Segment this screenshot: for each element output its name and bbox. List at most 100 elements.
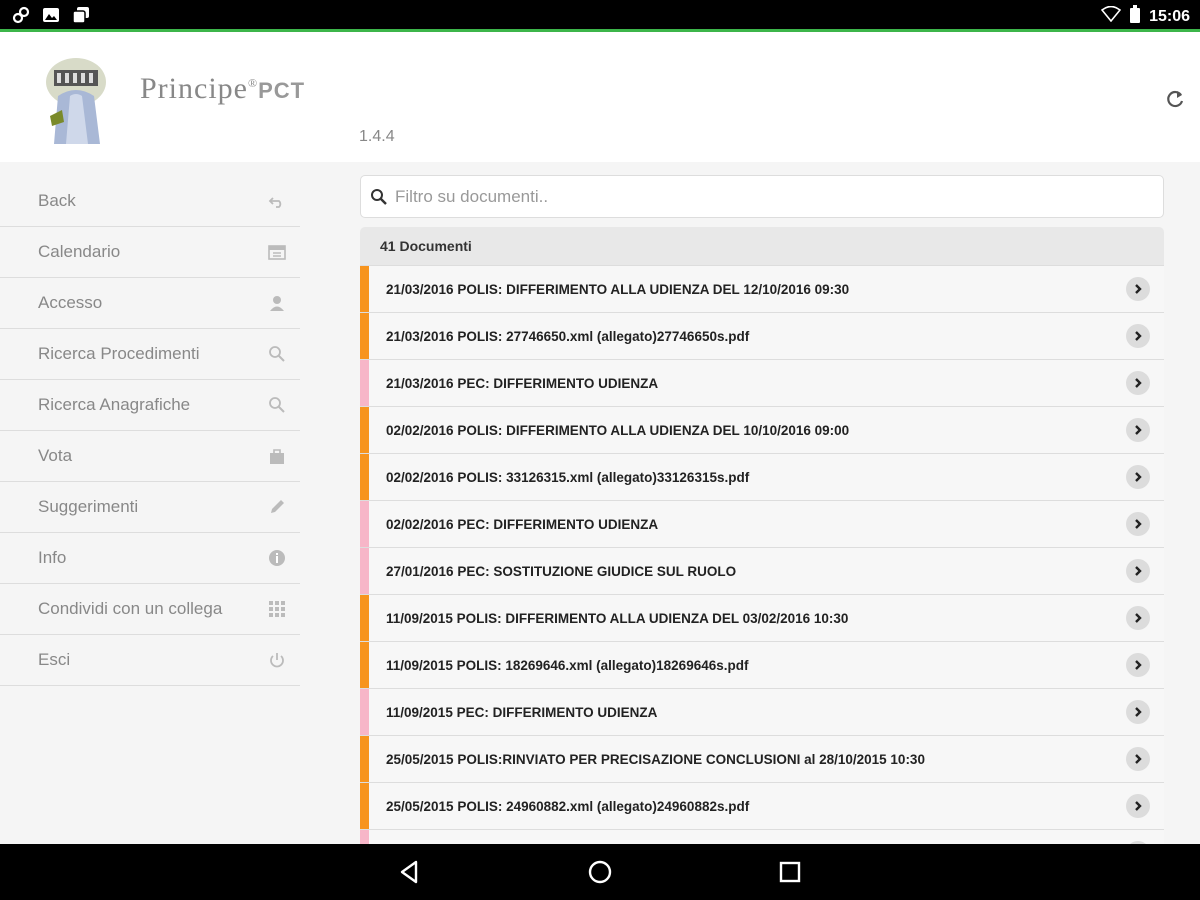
document-title: 21/03/2016 PEC: DIFFERIMENTO UDIENZA [386,375,659,391]
document-type-marker [360,313,369,359]
document-title: 02/02/2016 POLIS: 33126315.xml (allegato… [386,469,750,485]
chevron-right-icon[interactable] [1126,512,1150,536]
document-title: 21/03/2016 POLIS: 27746650.xml (allegato… [386,328,750,344]
link-icon [12,6,30,24]
back-arrow-icon [268,192,286,210]
document-title: 21/03/2016 POLIS: DIFFERIMENTO ALLA UDIE… [386,281,850,297]
status-bar: 15:06 [0,0,1200,32]
document-row[interactable]: 02/02/2016 POLIS: 33126315.xml (allegato… [360,454,1164,501]
sidebar-item-label: Vota [38,446,73,465]
battery-icon [1129,5,1141,28]
sidebar-item-label: Calendario [38,242,121,261]
registered-mark: ® [247,76,259,90]
chevron-right-icon[interactable] [1126,277,1150,301]
document-type-marker [360,548,369,594]
document-row[interactable]: 11/09/2015 POLIS: DIFFERIMENTO ALLA UDIE… [360,595,1164,642]
document-list: 41 Documenti 21/03/2016 POLIS: DIFFERIME… [360,227,1164,844]
document-title: 02/02/2016 POLIS: DIFFERIMENTO ALLA UDIE… [386,422,850,438]
app-logo-icon [40,56,112,144]
sidebar-item-vota[interactable]: Vota [0,431,300,482]
sidebar-item-ricerca-procedimenti[interactable]: Ricerca Procedimenti [0,329,300,380]
document-row[interactable]: 21/03/2016 POLIS: 27746650.xml (allegato… [360,313,1164,360]
notification-icons [12,6,90,24]
sidebar-menu: Back Calendario Accesso Ricerca Procedim… [0,176,300,686]
sidebar-item-suggerimenti[interactable]: Suggerimenti [0,482,300,533]
search-icon [268,396,286,414]
chevron-right-icon[interactable] [1126,559,1150,583]
document-type-marker [360,407,369,453]
document-row[interactable] [360,830,1164,844]
stack-icon [72,6,90,24]
app-version: 1.4.4 [359,128,395,145]
document-count: 41 Documenti [360,227,1164,266]
brand-name: Principe [140,72,248,105]
sidebar-item-label: Ricerca Procedimenti [38,344,200,363]
refresh-icon[interactable] [1164,88,1186,110]
chevron-right-icon[interactable] [1126,418,1150,442]
document-title: 25/05/2015 POLIS: 24960882.xml (allegato… [386,798,750,814]
document-row[interactable]: 27/01/2016 PEC: SOSTITUZIONE GIUDICE SUL… [360,548,1164,595]
clock-time: 15:06 [1149,7,1190,25]
document-type-marker [360,642,369,688]
grid-icon [268,600,286,618]
chevron-right-icon[interactable] [1126,747,1150,771]
document-title: 27/01/2016 PEC: SOSTITUZIONE GIUDICE SUL… [386,563,737,579]
document-type-marker [360,736,369,782]
sidebar-item-condividi[interactable]: Condividi con un collega [0,584,300,635]
brand-logo: Principe®PCT [140,72,305,106]
sidebar-item-label: Back [38,191,76,210]
search-icon [268,345,286,363]
chevron-right-icon[interactable] [1126,700,1150,724]
document-title: 11/09/2015 PEC: DIFFERIMENTO UDIENZA [386,704,658,720]
sidebar-item-label: Accesso [38,293,103,312]
search-input[interactable] [395,184,1145,210]
sidebar-item-accesso[interactable]: Accesso [0,278,300,329]
document-row[interactable]: 02/02/2016 POLIS: DIFFERIMENTO ALLA UDIE… [360,407,1164,454]
chevron-right-icon[interactable] [1126,371,1150,395]
chevron-right-icon[interactable] [1126,606,1150,630]
info-icon [268,549,286,567]
document-title: 02/02/2016 PEC: DIFFERIMENTO UDIENZA [386,516,659,532]
document-row[interactable]: 11/09/2015 PEC: DIFFERIMENTO UDIENZA [360,689,1164,736]
document-type-marker [360,360,369,406]
sidebar-item-esci[interactable]: Esci [0,635,300,686]
document-row[interactable]: 25/05/2015 POLIS: 24960882.xml (allegato… [360,783,1164,830]
sidebar-item-info[interactable]: Info [0,533,300,584]
document-title: 25/05/2015 POLIS:RINVIATO PER PRECISAZIO… [386,751,925,767]
document-type-marker [360,595,369,641]
sidebar-item-label: Suggerimenti [38,497,139,516]
chevron-right-icon[interactable] [1126,465,1150,489]
sidebar-item-label: Ricerca Anagrafiche [38,395,191,414]
recents-square-icon[interactable] [776,858,804,886]
document-type-marker [360,689,369,735]
status-right: 15:06 [1100,5,1190,28]
sidebar-item-back[interactable]: Back [0,176,300,227]
sidebar-item-ricerca-anagrafiche[interactable]: Ricerca Anagrafiche [0,380,300,431]
chevron-right-icon[interactable] [1126,794,1150,818]
calendar-icon [268,243,286,261]
chevron-right-icon[interactable] [1126,324,1150,348]
back-triangle-icon[interactable] [396,858,424,886]
sidebar-item-label: Condividi con un collega [38,599,223,618]
image-icon [42,6,60,24]
user-icon [268,294,286,312]
chevron-right-icon[interactable] [1126,653,1150,677]
document-type-marker [360,783,369,829]
pencil-icon [268,498,286,516]
home-circle-icon[interactable] [586,858,614,886]
power-icon [268,651,286,669]
document-row[interactable]: 11/09/2015 POLIS: 18269646.xml (allegato… [360,642,1164,689]
app-header: Principe®PCT 1.4.4 [0,32,1200,162]
document-type-marker [360,266,369,312]
sidebar-item-calendario[interactable]: Calendario [0,227,300,278]
document-title: 11/09/2015 POLIS: DIFFERIMENTO ALLA UDIE… [386,610,849,626]
document-title: 11/09/2015 POLIS: 18269646.xml (allegato… [386,657,749,673]
document-row[interactable]: 21/03/2016 POLIS: DIFFERIMENTO ALLA UDIE… [360,266,1164,313]
document-type-marker [360,830,369,844]
sidebar-item-label: Esci [38,650,71,669]
sidebar-item-label: Info [38,548,67,567]
wifi-icon [1100,5,1122,27]
document-row[interactable]: 25/05/2015 POLIS:RINVIATO PER PRECISAZIO… [360,736,1164,783]
document-row[interactable]: 02/02/2016 PEC: DIFFERIMENTO UDIENZA [360,501,1164,548]
document-row[interactable]: 21/03/2016 PEC: DIFFERIMENTO UDIENZA [360,360,1164,407]
